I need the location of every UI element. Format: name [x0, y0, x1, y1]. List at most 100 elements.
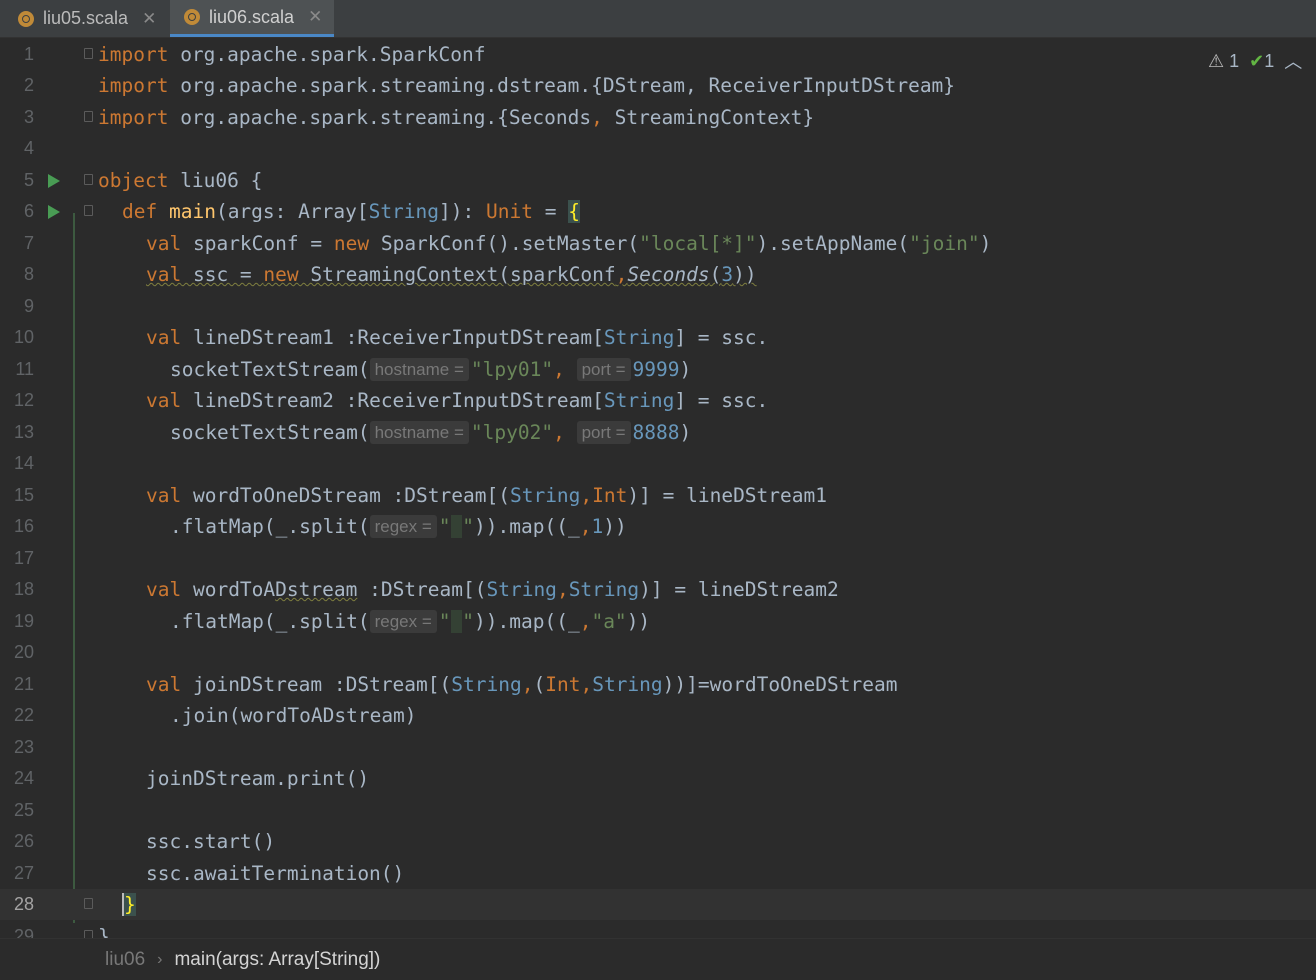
chevron-right-icon: › [157, 950, 163, 968]
code-line: 13 socketTextStream(hostname = "lpy02", p… [0, 417, 1316, 448]
code-line: 19 .flatMap(_.split(regex = " ")).map((_,… [0, 606, 1316, 637]
line-number: 24 [13, 768, 34, 788]
code-text: val joinDStream :DStream[(String,(Int,St… [146, 673, 898, 696]
code-text: import org.apache.spark.streaming.dstrea… [98, 74, 956, 97]
line-number: 23 [13, 737, 34, 757]
line-number: 27 [13, 863, 34, 883]
fold-icon[interactable] [84, 205, 93, 216]
tab-liu06[interactable]: liu06.scala ✕ [170, 0, 334, 37]
fold-icon[interactable] [84, 930, 93, 938]
code-line: 22 .join(wordToADstream) [0, 700, 1316, 731]
code-text: } [98, 925, 110, 938]
code-text: object liu06 { [98, 169, 263, 192]
breadcrumb-method[interactable]: main(args: Array[String]) [174, 949, 380, 971]
code-line: 14 [0, 448, 1316, 479]
code-line: 29 } [0, 921, 1316, 938]
line-number: 19 [13, 611, 34, 631]
run-icon[interactable] [48, 205, 60, 219]
code-line: 8 val ssc = new StreamingContext(sparkCo… [0, 259, 1316, 290]
scala-object-icon [18, 10, 34, 27]
line-number: 25 [13, 800, 34, 820]
code-line: 2 import org.apache.spark.streaming.dstr… [0, 70, 1316, 101]
code-text: .flatMap(_.split(regex = " ")).map((_,1)) [170, 515, 627, 538]
line-number: 8 [23, 264, 34, 284]
close-icon[interactable]: ✕ [142, 9, 156, 29]
code-text: .flatMap(_.split(regex = " ")).map((_,"a"… [170, 610, 651, 633]
fold-icon[interactable] [84, 174, 93, 185]
code-line: 25 [0, 795, 1316, 826]
code-line: 11 socketTextStream(hostname = "lpy01", p… [0, 354, 1316, 385]
fold-icon[interactable] [84, 48, 93, 59]
code-text: joinDStream.print() [146, 767, 370, 790]
parameter-hint: port = [576, 358, 631, 381]
fold-icon[interactable] [84, 111, 93, 122]
code-text: socketTextStream(hostname = "lpy02", port… [170, 421, 692, 444]
line-number: 3 [23, 107, 34, 127]
line-number: 16 [13, 516, 34, 536]
line-number: 9 [23, 296, 34, 316]
code-text: val sparkConf = new SparkConf().setMaste… [146, 232, 992, 255]
check-icon: ✔ [1249, 50, 1265, 71]
code-line: 10 val lineDStream1 :ReceiverInputDStrea… [0, 322, 1316, 353]
close-icon[interactable]: ✕ [308, 7, 322, 27]
code-text: val lineDStream1 :ReceiverInputDStream[S… [146, 326, 769, 349]
code-line: 16 .flatMap(_.split(regex = " ")).map((_,… [0, 511, 1316, 542]
tab-label: liu06.scala [209, 6, 295, 27]
code-line: 15 val wordToOneDStream :DStream[(String… [0, 480, 1316, 511]
code-line: 5 object liu06 { [0, 165, 1316, 196]
inspection-widget[interactable]: ⚠ 1 ✔1 ︿ [1208, 48, 1302, 74]
line-number: 7 [23, 233, 34, 253]
code-text: val wordToADstream :DStream[(String,Stri… [146, 578, 839, 601]
line-number: 10 [13, 327, 34, 347]
warning-counter[interactable]: ⚠ 1 [1208, 51, 1239, 72]
line-number: 18 [13, 579, 34, 599]
line-number: 26 [13, 831, 34, 851]
code-line: 26 ssc.start() [0, 826, 1316, 857]
breadcrumb-object[interactable]: liu06 [105, 949, 145, 971]
parameter-hint: regex = [369, 610, 437, 633]
fold-icon[interactable] [84, 898, 93, 909]
code-line: 24 joinDStream.print() [0, 763, 1316, 794]
parameter-hint: regex = [369, 515, 437, 538]
code-text: val lineDStream2 :ReceiverInputDStream[S… [146, 389, 769, 412]
editor-tab-bar: liu05.scala ✕ liu06.scala ✕ [0, 0, 1316, 38]
code-text: } [122, 889, 136, 920]
line-number: 20 [13, 642, 34, 662]
code-editor[interactable]: 1 import org.apache.spark.SparkConf 2 im… [0, 38, 1316, 938]
current-line: 28 } [0, 889, 1316, 920]
code-line: 21 val joinDStream :DStream[(String,(Int… [0, 669, 1316, 700]
code-line: 27 ssc.awaitTermination() [0, 858, 1316, 889]
code-line: 18 val wordToADstream :DStream[(String,S… [0, 574, 1316, 605]
tab-liu05[interactable]: liu05.scala ✕ [0, 0, 168, 37]
code-line: 4 [0, 133, 1316, 164]
code-line: 12 val lineDStream2 :ReceiverInputDStrea… [0, 385, 1316, 416]
line-number: 6 [23, 201, 34, 221]
warning-icon: ⚠ [1208, 50, 1225, 71]
line-number: 21 [13, 674, 34, 694]
tab-label: liu05.scala [43, 8, 129, 28]
code-line: 20 [0, 637, 1316, 668]
line-number: 11 [15, 359, 34, 379]
line-number: 29 [13, 926, 34, 938]
line-number: 15 [13, 485, 34, 505]
line-number: 13 [13, 422, 34, 442]
ok-counter[interactable]: ✔1 [1249, 51, 1274, 72]
line-number: 4 [23, 138, 34, 158]
parameter-hint: port = [576, 421, 631, 444]
code-text: def main(args: Array[String]): Unit = { [122, 200, 580, 223]
code-text: ssc.start() [146, 830, 276, 853]
chevron-up-icon[interactable]: ︿ [1284, 48, 1302, 74]
code-line: 7 val sparkConf = new SparkConf().setMas… [0, 228, 1316, 259]
line-number: 5 [23, 170, 34, 190]
line-number: 12 [13, 390, 34, 410]
code-text: socketTextStream(hostname = "lpy01", port… [170, 358, 692, 381]
code-text: ssc.awaitTermination() [146, 862, 405, 885]
code-text: import org.apache.spark.SparkConf [98, 43, 486, 66]
line-number: 17 [13, 548, 34, 568]
run-icon[interactable] [48, 174, 60, 188]
line-number: 2 [23, 75, 34, 95]
code-text: val ssc = new StreamingContext(sparkConf… [146, 263, 757, 286]
line-number: 22 [13, 705, 34, 725]
breadcrumb: liu06 › main(args: Array[String]) [0, 938, 1316, 980]
code-text: val wordToOneDStream :DStream[(String,In… [146, 484, 827, 507]
